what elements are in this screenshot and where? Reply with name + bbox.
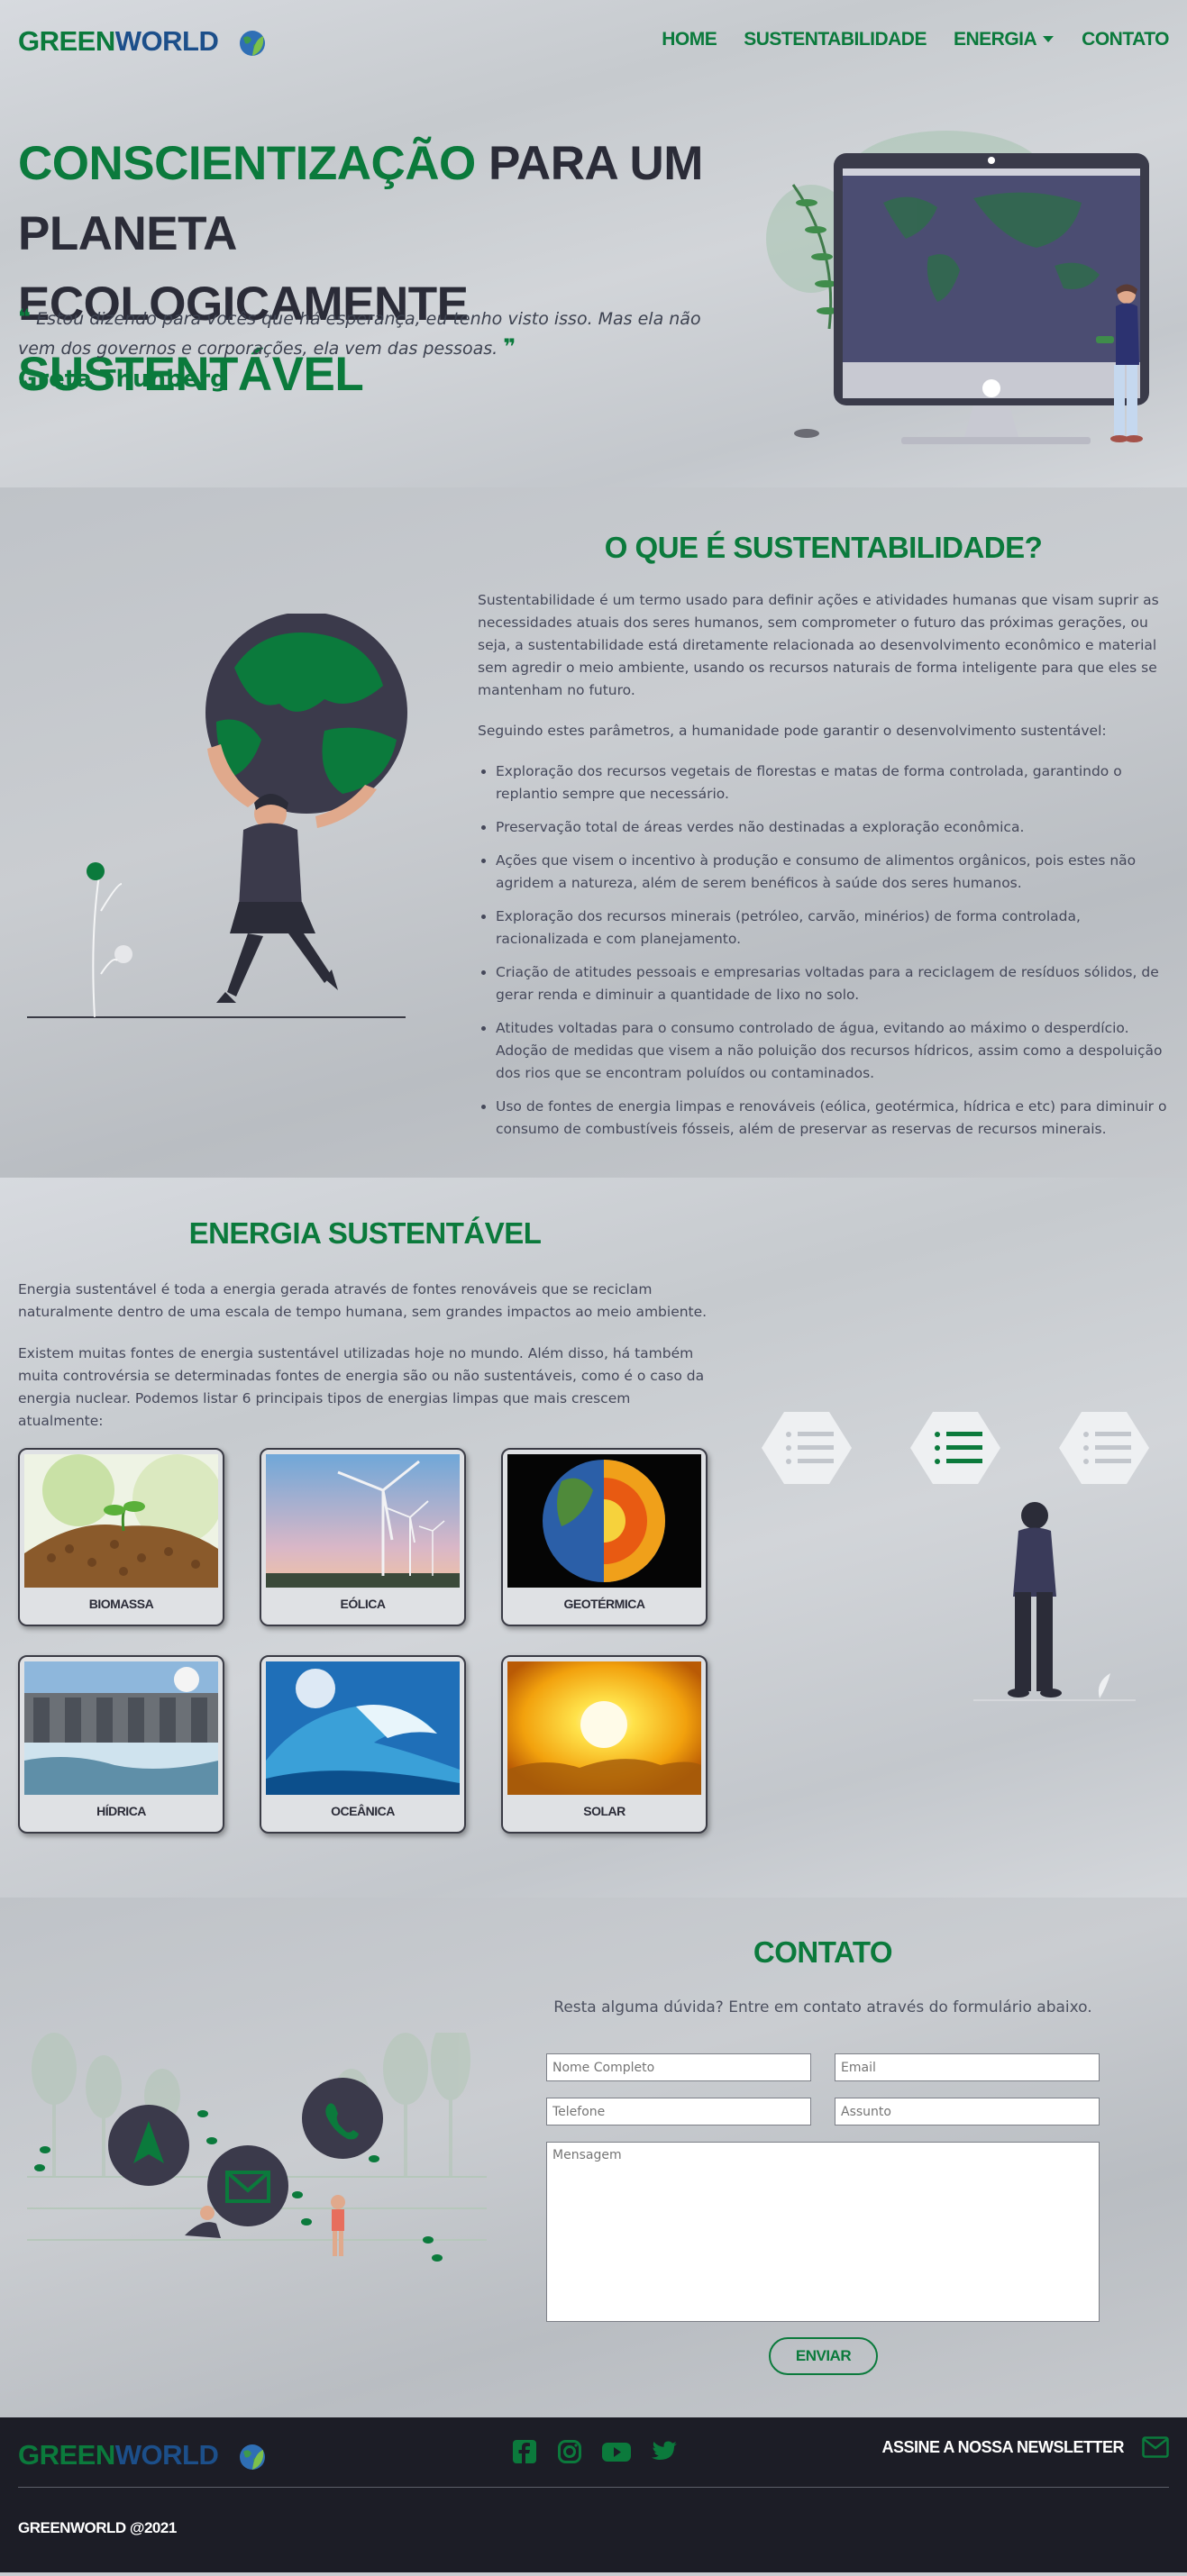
geotermica-image — [507, 1454, 701, 1588]
nav-home[interactable]: HOME — [662, 29, 717, 50]
globe-leaf-icon — [240, 30, 266, 56]
sust-list: Exploração dos recursos vegetais de flor… — [496, 760, 1169, 1141]
sust-text: Sustentabilidade é um termo usado para d… — [478, 589, 1169, 1151]
energia-section: ENERGIA SUSTENTÁVEL Energia sustentável … — [0, 1178, 1187, 1898]
solar-image — [507, 1661, 701, 1795]
assunto-field[interactable] — [835, 2098, 1100, 2125]
oceanica-image — [266, 1661, 460, 1795]
eolica-image — [266, 1454, 460, 1588]
navbar: GREENWORLD HOME SUSTENTABILIDADE ENERGIA… — [0, 0, 1187, 83]
footer-divider — [18, 2487, 1169, 2488]
energia-paragraph-2: Existem muitas fontes de energia sustent… — [18, 1345, 705, 1429]
email-field[interactable] — [835, 2053, 1100, 2081]
quote-close-icon: ❞ — [503, 334, 516, 360]
nome-field[interactable] — [546, 2053, 811, 2081]
sust-paragraph-2: Seguindo estes parâmetros, a humanidade … — [478, 723, 1107, 739]
quote-open-icon: ❝ — [18, 305, 32, 330]
mensagem-field[interactable] — [546, 2142, 1100, 2322]
woman-holding-earth-illustration — [27, 614, 407, 1018]
list-item: Preservação total de áreas verdes não de… — [496, 816, 1169, 839]
contato-title: CONTATO — [753, 1935, 893, 1969]
nav-contato[interactable]: CONTATO — [1082, 29, 1169, 50]
enviar-button[interactable]: ENVIAR — [769, 2337, 878, 2375]
hidrica-image — [24, 1661, 218, 1795]
list-item: Ações que visem o incentivo à produção e… — [496, 850, 1169, 895]
mail-icon — [1142, 2436, 1169, 2458]
hero-section: GREENWORLD HOME SUSTENTABILIDADE ENERGIA… — [0, 0, 1187, 487]
energy-card-geotermica[interactable]: GEOTÉRMICA — [501, 1448, 708, 1626]
nav-sustentabilidade[interactable]: SUSTENTABILIDADE — [744, 29, 927, 50]
energy-card-hidrica[interactable]: HÍDRICA — [18, 1655, 224, 1834]
energia-paragraph-1: Energia sustentável é toda a energia ger… — [18, 1281, 708, 1320]
footer: GREENWORLD ASSINE A NOSSA NEWSLETTER GRE… — [0, 2417, 1187, 2572]
list-item: Exploração dos recursos minerais (petról… — [496, 906, 1169, 951]
list-item: Exploração dos recursos vegetais de flor… — [496, 760, 1169, 806]
main-menu: HOME SUSTENTABILIDADE ENERGIA CONTATO — [662, 29, 1169, 50]
man-with-lists-illustration — [762, 1412, 1149, 1701]
copyright: GREENWORLD @2021 — [18, 2519, 177, 2536]
energy-card-oceanica[interactable]: OCEÂNICA — [260, 1655, 466, 1834]
hero-quote: ❝ Estou dizendo para vocês que há espera… — [18, 305, 701, 360]
sust-paragraph-1: Sustentabilidade é um termo usado para d… — [478, 592, 1159, 698]
social-links — [512, 2439, 678, 2464]
youtube-icon[interactable] — [602, 2439, 631, 2464]
twitter-icon[interactable] — [651, 2439, 678, 2464]
energy-card-eolica[interactable]: EÓLICA — [260, 1448, 466, 1626]
sustentabilidade-section: O QUE É SUSTENTABILIDADE? Sustentabilida… — [0, 487, 1187, 1178]
newsletter-link[interactable]: ASSINE A NOSSA NEWSLETTER — [881, 2436, 1169, 2458]
telefone-field[interactable] — [546, 2098, 811, 2125]
card-label: OCEÂNICA — [331, 1804, 395, 1818]
list-item: Criação de atitudes pessoais e empresari… — [496, 961, 1169, 1006]
contato-section: CONTATO Resta alguma dúvida? Entre em co… — [0, 1898, 1187, 2417]
sust-title: O QUE É SUSTENTABILIDADE? — [604, 531, 1043, 564]
energia-title: ENERGIA SUSTENTÁVEL — [188, 1216, 542, 1250]
globe-leaf-icon — [240, 2444, 266, 2470]
card-label: SOLAR — [583, 1804, 625, 1818]
brand-logo[interactable]: GREENWORLD — [18, 25, 267, 58]
energy-card-solar[interactable]: SOLAR — [501, 1655, 708, 1834]
caret-down-icon — [1043, 36, 1055, 42]
contato-subtitle: Resta alguma dúvida? Entre em contato at… — [553, 1998, 1092, 2016]
footer-logo[interactable]: GREENWORLD — [18, 2439, 267, 2471]
quote-author: Greta Thunberg — [18, 366, 227, 393]
card-label: EÓLICA — [340, 1597, 386, 1611]
energy-card-biomassa[interactable]: BIOMASSA — [18, 1448, 224, 1626]
biomassa-image — [24, 1454, 218, 1588]
contact-park-illustration — [27, 2033, 487, 2262]
list-item: Atitudes voltadas para o consumo control… — [496, 1017, 1169, 1085]
world-monitor-illustration — [766, 131, 1149, 444]
instagram-icon[interactable] — [557, 2439, 582, 2464]
card-label: BIOMASSA — [88, 1597, 154, 1611]
facebook-icon[interactable] — [512, 2439, 537, 2464]
list-item: Uso de fontes de energia limpas e renová… — [496, 1096, 1169, 1141]
nav-energia[interactable]: ENERGIA — [954, 29, 1055, 50]
card-label: GEOTÉRMICA — [563, 1597, 645, 1611]
card-label: HÍDRICA — [96, 1804, 146, 1818]
